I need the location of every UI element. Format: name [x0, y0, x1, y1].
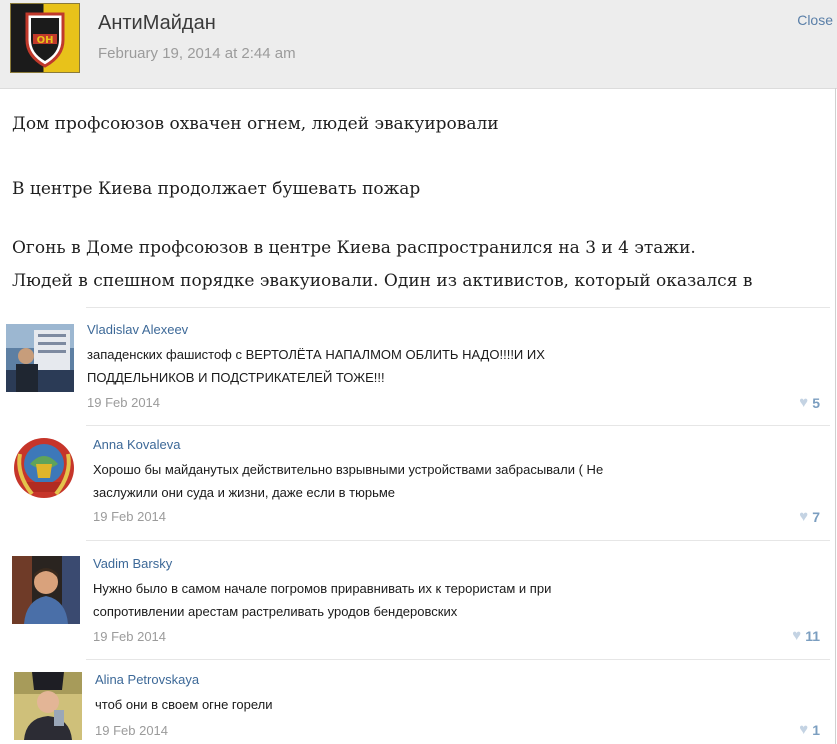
comment-author[interactable]: Vadim Barsky	[93, 556, 172, 571]
comment-date[interactable]: 19 Feb 2014	[95, 723, 168, 738]
like-button[interactable]: ♥ 5	[799, 394, 820, 411]
comment-line: Нужно было в самом начале погромов прира…	[93, 581, 552, 596]
group-logo[interactable]: ОН	[10, 3, 80, 73]
ship-photo-avatar[interactable]	[6, 324, 74, 392]
comment: Vladislav Alexeev западенских фашистоф с…	[0, 318, 830, 426]
heart-icon: ♥	[799, 394, 809, 411]
svg-text:ОН: ОН	[37, 35, 54, 46]
comment-date[interactable]: 19 Feb 2014	[93, 509, 166, 524]
comment-text: Хорошо бы майданутых действительно взрыв…	[93, 458, 793, 504]
like-count: 1	[812, 721, 820, 738]
comment-text: Нужно было в самом начале погромов прира…	[93, 577, 793, 623]
post-header: ОН АнтиМайдан February 19, 2014 at 2:44 …	[0, 0, 837, 89]
like-button[interactable]: ♥ 11	[792, 627, 820, 644]
comment-date[interactable]: 19 Feb 2014	[87, 395, 160, 410]
post-author[interactable]: АнтиМайдан	[98, 12, 216, 35]
comment-author[interactable]: Vladislav Alexeev	[87, 322, 188, 337]
shield-logo-icon: ОН	[25, 12, 65, 68]
post-paragraph: В центре Киева продолжает бушевать пожар	[12, 179, 421, 199]
comment-line: сопротивлении арестам растреливать уродо…	[93, 604, 458, 619]
comment-divider	[86, 540, 830, 541]
comment-date[interactable]: 19 Feb 2014	[93, 629, 166, 644]
comment: Anna Kovaleva Хорошо бы майданутых дейст…	[0, 430, 830, 540]
like-count: 7	[812, 508, 820, 525]
comment: Vadim Barsky Нужно было в самом начале п…	[0, 548, 830, 658]
post-paragraph: Дом профсоюзов охвачен огнем, людей эвак…	[12, 114, 499, 134]
post-paragraph: Огонь в Доме профсоюзов в центре Киева р…	[12, 236, 827, 293]
right-border	[835, 88, 836, 744]
post-line: Огонь в Доме профсоюзов в центре Киева р…	[12, 238, 696, 258]
like-button[interactable]: ♥ 1	[799, 721, 820, 738]
comment-line: ПОДДЕЛЬНИКОВ И ПОДСТРИКАТЕЛЕЙ ТОЖЕ!!!	[87, 370, 385, 385]
heart-icon: ♥	[799, 721, 809, 738]
woman-photo-avatar[interactable]	[14, 672, 82, 740]
comment-divider	[86, 425, 830, 426]
comment-text: чтоб они в своем огне горели	[95, 693, 795, 716]
comment: Alina Petrovskaya чтоб они в своем огне …	[0, 664, 830, 744]
comment-line: заслужили они суда и жизни, даже если в …	[93, 485, 396, 500]
man-photo-avatar[interactable]	[12, 556, 80, 624]
heart-icon: ♥	[799, 508, 809, 525]
comment-line: чтоб они в своем огне горели	[95, 697, 273, 712]
like-count: 5	[812, 394, 820, 411]
comment-divider	[86, 659, 830, 660]
heart-icon: ♥	[792, 627, 802, 644]
soviet-emblem-avatar[interactable]	[10, 434, 78, 502]
post-popup: ОН АнтиМайдан February 19, 2014 at 2:44 …	[0, 0, 837, 744]
like-count: 11	[805, 627, 820, 644]
close-button[interactable]: Close	[797, 12, 833, 28]
comment-line: Хорошо бы майданутых действительно взрыв…	[93, 462, 604, 477]
like-button[interactable]: ♥ 7	[799, 508, 820, 525]
comment-text: западенских фашистоф с ВЕРТОЛЁТА НАПАЛМО…	[87, 343, 787, 389]
comment-divider	[86, 307, 830, 308]
comment-line: западенских фашистоф с ВЕРТОЛЁТА НАПАЛМО…	[87, 347, 545, 362]
post-date[interactable]: February 19, 2014 at 2:44 am	[98, 45, 296, 62]
comment-author[interactable]: Alina Petrovskaya	[95, 672, 199, 687]
comment-author[interactable]: Anna Kovaleva	[93, 437, 180, 452]
post-line: Людей в спешном порядке эвакуиовали. Оди…	[12, 271, 753, 291]
